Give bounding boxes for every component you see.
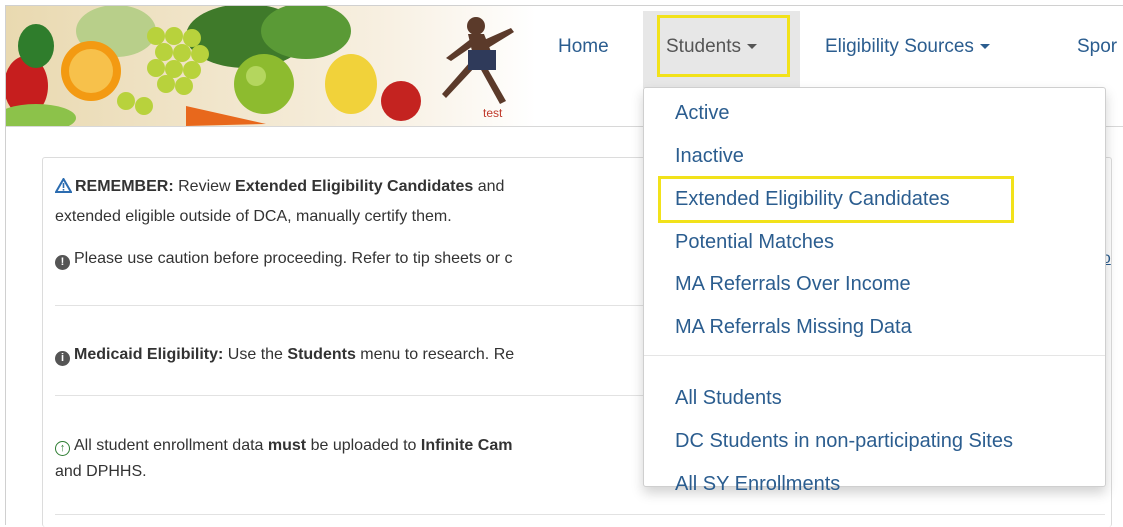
exclamation-circle-icon: ! (55, 255, 70, 270)
enrollment-line: ↑ All student enrollment data must be upl… (55, 436, 512, 456)
nav-sponsors-partial[interactable]: Spor (1077, 36, 1117, 58)
banner-logo[interactable] (6, 6, 536, 126)
remember-line: REMEMBER: Review Extended Eligibility Ca… (54, 176, 505, 199)
caution-text: Please use caution before proceeding. Re… (74, 250, 513, 267)
highlight-box-students (657, 15, 790, 77)
menu-item-dc-students-non-participating[interactable]: DC Students in non-participating Sites (675, 430, 1013, 453)
warning-triangle-icon (54, 176, 73, 199)
menu-item-ma-referrals-missing-data[interactable]: MA Referrals Missing Data (675, 316, 912, 339)
menu-item-inactive[interactable]: Inactive (675, 145, 744, 168)
separator (55, 514, 1105, 515)
banner-image (6, 6, 536, 126)
menu-item-all-sy-enrollments[interactable]: All SY Enrollments (675, 473, 840, 496)
caret-down-icon (979, 44, 990, 50)
highlight-box-extended-eligibility (658, 176, 1014, 223)
enroll-bold-2: Infinite Cam (420, 437, 513, 454)
medicaid-label: Medicaid Eligibility: (74, 346, 224, 363)
enroll-text-2: be uploaded to (306, 437, 421, 454)
menu-item-ma-referrals-over-income[interactable]: MA Referrals Over Income (675, 273, 911, 296)
menu-divider (644, 355, 1105, 356)
nav-eligibility-sources[interactable]: Eligibility Sources (825, 36, 990, 58)
remember-line-2: extended eligible outside of DCA, manual… (55, 208, 452, 225)
medicaid-bold: Students (287, 346, 356, 363)
students-dropdown-menu: Active Inactive Extended Eligibility Can… (643, 87, 1106, 495)
remember-text-1: Review (173, 178, 236, 195)
nav-home[interactable]: Home (558, 36, 609, 58)
enroll-bold-1: must (267, 437, 307, 454)
menu-item-potential-matches[interactable]: Potential Matches (675, 231, 834, 254)
caution-line: ! Please use caution before proceeding. R… (55, 249, 512, 270)
info-circle-icon: i (55, 351, 70, 366)
medicaid-line: i Medicaid Eligibility: Use the Students … (55, 345, 514, 366)
remember-bold-1: Extended Eligibility Candidates (235, 178, 474, 195)
remember-label: REMEMBER: (75, 178, 174, 195)
arrow-up-circle-icon: ↑ (55, 441, 70, 456)
enroll-line-2: and DPHHS. (55, 463, 147, 480)
menu-item-all-students[interactable]: All Students (675, 387, 782, 410)
medicaid-text-1: Use the (223, 346, 288, 363)
enroll-text-1: All student enrollment data (74, 437, 268, 454)
menu-item-active[interactable]: Active (675, 102, 729, 125)
banner-test-label: test (483, 106, 503, 120)
medicaid-text-2: menu to research. Re (355, 346, 515, 363)
nav-eligibility-sources-label: Eligibility Sources (825, 36, 974, 57)
remember-text-2: and (473, 178, 505, 195)
